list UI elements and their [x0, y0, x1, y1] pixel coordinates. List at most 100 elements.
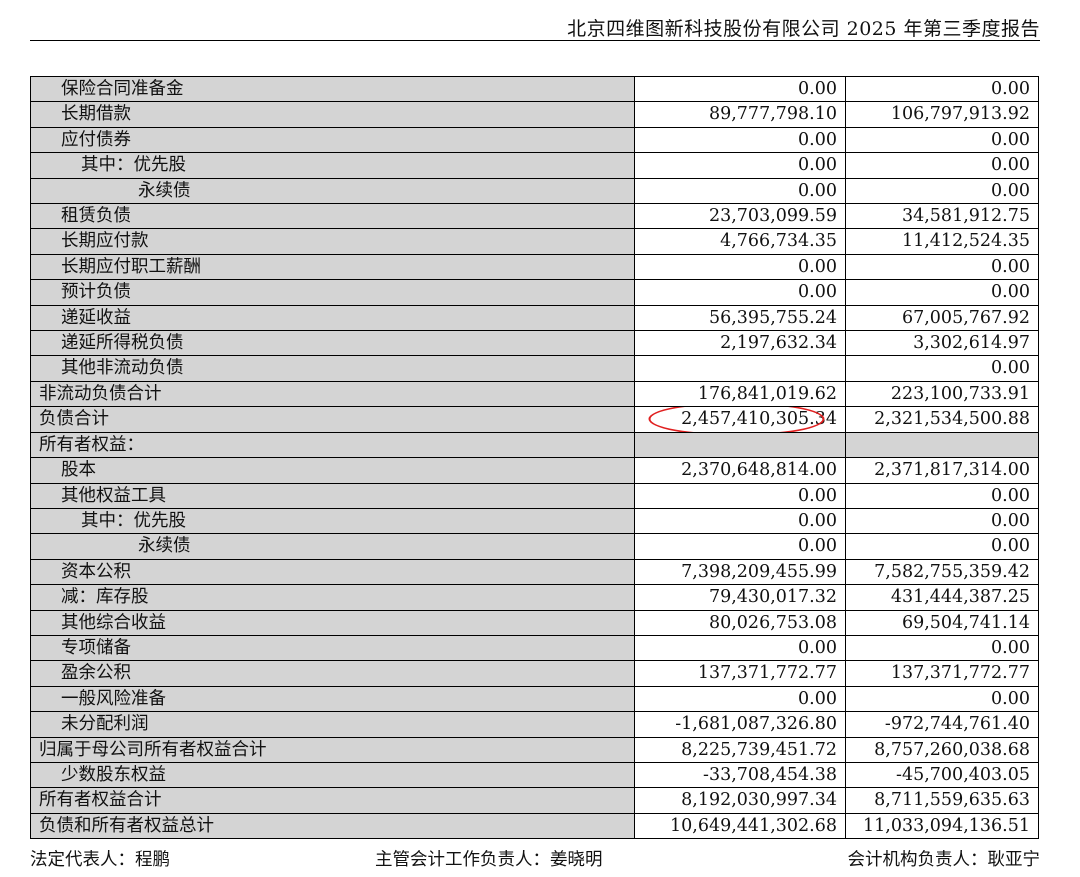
table-row: 专项储备 0.00 0.00	[30, 634, 1039, 662]
row-label: 长期应付职工薪酬	[30, 253, 635, 281]
row-value-prior: 3,302,614.97	[845, 330, 1039, 357]
row-value-prior: 11,412,524.35	[845, 228, 1039, 255]
row-label: 其中：优先股	[30, 152, 635, 179]
table-row: 归属于母公司所有者权益合计 8,225,739,451.72 8,757,260…	[30, 736, 1039, 763]
row-value-prior: -45,700,403.05	[845, 761, 1039, 789]
row-value-prior: 0.00	[845, 152, 1039, 179]
table-row: 未分配利润 -1,681,087,326.80 -972,744,761.40	[30, 711, 1039, 738]
row-value-prior: 11,033,094,136.51	[845, 812, 1039, 840]
table-row: 所有者权益：	[30, 431, 1039, 459]
row-value-current: 56,395,755.24	[634, 304, 846, 332]
row-value-current: 0.00	[634, 533, 846, 560]
table-row: 长期借款 89,777,798.10 106,797,913.92	[30, 101, 1039, 128]
row-label: 保险合同准备金	[30, 75, 635, 103]
row-value-prior: 69,504,741.14	[845, 609, 1039, 636]
row-value-current: 0.00	[634, 482, 846, 509]
row-value-current: 0.00	[634, 253, 846, 281]
row-value-prior: -972,744,761.40	[845, 711, 1039, 738]
row-value-current: 89,777,798.10	[634, 101, 846, 128]
row-value-prior: 0.00	[845, 482, 1039, 509]
row-value-current: 8,192,030,997.34	[634, 787, 846, 814]
row-value-prior: 431,444,387.25	[845, 584, 1039, 611]
row-value-prior: 7,582,755,359.42	[845, 558, 1039, 586]
row-label: 其他非流动负债	[30, 355, 635, 382]
row-label: 递延收益	[30, 304, 635, 332]
row-value-prior: 0.00	[845, 685, 1039, 713]
row-label: 长期借款	[30, 101, 635, 128]
row-value-prior: 0.00	[845, 507, 1039, 535]
table-row: 永续债 0.00 0.00	[30, 533, 1039, 560]
row-label: 预计负债	[30, 279, 635, 306]
signature-footer: 法定代表人：程鹏 主管会计工作负责人：姜晓明 会计机构负责人：耿亚宁	[30, 846, 1040, 872]
row-label: 专项储备	[30, 634, 635, 662]
table-row: 其他非流动负债 0.00	[30, 355, 1039, 382]
row-value-current: 2,197,632.34	[634, 330, 846, 357]
table-row: 预计负债 0.00 0.00	[30, 279, 1039, 306]
row-value-current: 79,430,017.32	[634, 584, 846, 611]
row-value-prior: 8,757,260,038.68	[845, 736, 1039, 763]
row-value-prior: 67,005,767.92	[845, 304, 1039, 332]
row-value-current: 0.00	[634, 685, 846, 713]
table-row: 租赁负债 23,703,099.59 34,581,912.75	[30, 203, 1039, 230]
row-value-prior: 0.00	[845, 279, 1039, 306]
row-value-prior: 137,371,772.77	[845, 660, 1039, 687]
row-label: 其中：优先股	[30, 507, 635, 535]
accounting-org-head: 会计机构负责人：耿亚宁	[847, 850, 1041, 870]
row-value-current	[634, 355, 846, 382]
row-value-prior: 2,321,534,500.88	[845, 406, 1039, 433]
row-value-prior: 0.00	[845, 75, 1039, 103]
table-row: 其他综合收益 80,026,753.08 69,504,741.14	[30, 609, 1039, 636]
row-value-prior: 0.00	[845, 355, 1039, 382]
row-label: 资本公积	[30, 558, 635, 586]
row-label: 非流动负债合计	[30, 380, 635, 408]
row-value-prior: 0.00	[845, 253, 1039, 281]
row-label: 负债合计	[30, 406, 635, 433]
row-value-prior: 34,581,912.75	[845, 203, 1039, 230]
row-value-prior: 0.00	[845, 126, 1039, 154]
row-value-current: 0.00	[634, 126, 846, 154]
row-value-current: 80,026,753.08	[634, 609, 846, 636]
table-row: 一般风险准备 0.00 0.00	[30, 685, 1039, 713]
row-value-current: 7,398,209,455.99	[634, 558, 846, 586]
row-value-current: 10,649,441,302.68	[634, 812, 846, 840]
row-label: 归属于母公司所有者权益合计	[30, 736, 635, 763]
table-row: 股本 2,370,648,814.00 2,371,817,314.00	[30, 457, 1039, 484]
table-row: 少数股东权益 -33,708,454.38 -45,700,403.05	[30, 761, 1039, 789]
row-label: 负债和所有者权益总计	[30, 812, 635, 840]
table-row: 其他权益工具 0.00 0.00	[30, 482, 1039, 509]
table-row: 盈余公积 137,371,772.77 137,371,772.77	[30, 660, 1039, 687]
table-row: 资本公积 7,398,209,455.99 7,582,755,359.42	[30, 558, 1039, 586]
row-label: 其他综合收益	[30, 609, 635, 636]
circled-value: 2,457,410,305.34	[681, 409, 837, 430]
row-value-current: 0.00	[634, 75, 846, 103]
row-value-current: -1,681,087,326.80	[634, 711, 846, 738]
row-value-current: 137,371,772.77	[634, 660, 846, 687]
row-label: 递延所得税负债	[30, 330, 635, 357]
row-value-current: 0.00	[634, 634, 846, 662]
table-row: 永续债 0.00 0.00	[30, 177, 1039, 205]
table-row: 负债和所有者权益总计 10,649,441,302.68 11,033,094,…	[30, 812, 1039, 840]
header-divider	[30, 40, 1040, 41]
table-row: 应付债券 0.00 0.00	[30, 126, 1039, 154]
row-label: 减：库存股	[30, 584, 635, 611]
table-row: 非流动负债合计 176,841,019.62 223,100,733.91	[30, 380, 1039, 408]
table-row: 保险合同准备金 0.00 0.00	[30, 75, 1039, 103]
row-value-current: 4,766,734.35	[634, 228, 846, 255]
row-label: 股本	[30, 457, 635, 484]
row-value-prior: 0.00	[845, 533, 1039, 560]
row-label: 长期应付款	[30, 228, 635, 255]
row-value-current: 176,841,019.62	[634, 380, 846, 408]
table-row: 长期应付款 4,766,734.35 11,412,524.35	[30, 228, 1039, 255]
table-row: 递延收益 56,395,755.24 67,005,767.92	[30, 304, 1039, 332]
row-value-current: 0.00	[634, 507, 846, 535]
balance-sheet-table: 保险合同准备金 0.00 0.00 长期借款 89,777,798.10 106…	[30, 75, 1039, 840]
row-value-current: 8,225,739,451.72	[634, 736, 846, 763]
row-value-prior: 0.00	[845, 177, 1039, 205]
table-row: 递延所得税负债 2,197,632.34 3,302,614.97	[30, 330, 1039, 357]
row-value-prior: 0.00	[845, 634, 1039, 662]
row-label: 应付债券	[30, 126, 635, 154]
row-label: 永续债	[30, 177, 635, 205]
accounting-head: 主管会计工作负责人：姜晓明	[375, 850, 603, 870]
row-value-current: -33,708,454.38	[634, 761, 846, 789]
report-header-title: 北京四维图新科技股份有限公司 2025 年第三季度报告	[567, 18, 1040, 40]
